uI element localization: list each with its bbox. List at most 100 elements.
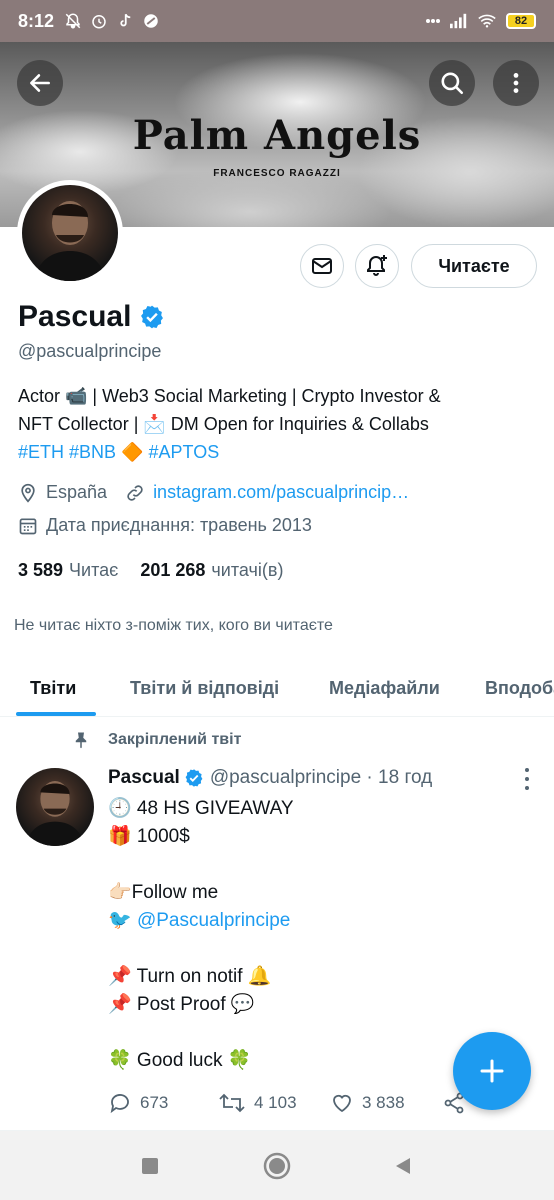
person-silhouette-icon xyxy=(25,781,85,846)
person-silhouette-icon xyxy=(34,201,106,281)
status-right-icons: 82 xyxy=(426,12,536,30)
signal-icon xyxy=(450,12,468,30)
square-icon xyxy=(142,1158,158,1174)
banner-brand-sub: FRANCESCO RAGAZZI xyxy=(213,168,341,179)
hashtag-link[interactable]: #ETH xyxy=(18,442,64,462)
arrow-left-icon xyxy=(30,74,50,92)
tweet-line: 👉🏻Follow me xyxy=(108,882,219,903)
tweet-author-name[interactable]: Pascual xyxy=(108,767,180,789)
tweet-line xyxy=(108,851,528,879)
verified-badge-icon xyxy=(141,305,164,329)
reply-count: 673 xyxy=(140,1093,169,1112)
tweet-header: Pascual @pascualprincipe · 18 год xyxy=(108,767,432,789)
tweet-author-avatar[interactable] xyxy=(16,768,94,846)
more-dot xyxy=(525,768,529,772)
tab-tweets-replies[interactable]: Твіти й відповіді xyxy=(130,660,279,716)
profile-tabs: Твіти Твіти й відповіді Медіафайли Вподо… xyxy=(0,660,554,717)
profile-location: España xyxy=(46,482,108,502)
tweet-text: 🕘 48 HS GIVEAWAY 🎁 1000$ 👉🏻Follow me 🐦 @… xyxy=(108,795,528,1075)
bio-line: Actor 📹 | Web3 Social Marketing | Crypto… xyxy=(18,386,441,406)
tweet-author-handle-time: @pascualprincipe · 18 год xyxy=(209,767,433,788)
following-button[interactable]: Читаєте xyxy=(411,244,537,288)
home-button[interactable] xyxy=(262,1151,292,1181)
wifi-icon xyxy=(478,12,496,30)
pinned-tweet-label: Закріплений твіт xyxy=(72,731,241,749)
back-nav-button[interactable] xyxy=(388,1151,418,1181)
profile-stats: 3 589 Читає 201 268 читачі(в) xyxy=(18,560,283,581)
compose-tweet-button[interactable] xyxy=(453,1032,531,1110)
status-time: 8:12 xyxy=(18,10,55,31)
message-button[interactable] xyxy=(300,244,344,288)
followers-label: читачі(в) xyxy=(211,560,284,580)
recents-button[interactable] xyxy=(135,1151,165,1181)
notifications-off-icon xyxy=(64,12,82,30)
circle-icon xyxy=(263,1152,291,1180)
link-icon xyxy=(127,484,143,501)
mail-icon xyxy=(312,258,332,274)
tweet-mention-link[interactable]: @Pascualprincipe xyxy=(137,910,290,931)
tweet-actions: 673 4 103 3 838 xyxy=(108,1088,478,1118)
search-icon xyxy=(441,72,464,95)
plus-icon xyxy=(480,1059,504,1083)
profile-bio: Actor 📹 | Web3 Social Marketing | Crypto… xyxy=(18,382,538,466)
following-label: Читає xyxy=(69,560,119,580)
more-options-button[interactable] xyxy=(493,60,539,106)
tweet-line: 🐦 @Pascualprincipe xyxy=(108,907,528,935)
profile-name: Pascual xyxy=(18,300,132,333)
bio-diamond: 🔶 xyxy=(121,442,144,462)
search-button[interactable] xyxy=(429,60,475,106)
pinned-label-text: Закріплений твіт xyxy=(108,731,242,748)
tab-likes[interactable]: Вподобання xyxy=(485,660,554,716)
tweet-line: 🕘 48 HS GIVEAWAY xyxy=(108,798,294,819)
status-bar: 8:12 82 xyxy=(0,0,554,42)
system-nav-bar xyxy=(0,1131,554,1200)
avatar-photo xyxy=(22,185,118,281)
more-dot xyxy=(525,786,529,790)
heart-icon xyxy=(333,1094,351,1113)
followers-stat[interactable]: 201 268 читачі(в) xyxy=(140,560,283,581)
triangle-back-icon xyxy=(396,1158,410,1174)
retweet-icon xyxy=(219,1093,245,1113)
following-stat[interactable]: 3 589 Читає xyxy=(18,560,118,581)
following-count: 3 589 xyxy=(18,560,64,580)
profile-website-link[interactable]: instagram.com/pascualprincip… xyxy=(153,482,409,503)
pin-icon xyxy=(75,732,87,749)
retweet-count: 4 103 xyxy=(254,1093,297,1112)
profile-avatar[interactable] xyxy=(17,180,123,286)
tweet-line-prefix: 🐦 xyxy=(108,910,137,931)
location-icon xyxy=(21,483,35,503)
hashtag-link[interactable]: #APTOS xyxy=(149,442,220,462)
active-tab-indicator xyxy=(16,712,96,716)
dots-icon xyxy=(426,12,440,30)
profile-meta-row: España instagram.com/pascualprincip… xyxy=(18,482,409,503)
tweet-line: 🎁 1000$ xyxy=(108,826,190,847)
like-count: 3 838 xyxy=(362,1093,405,1112)
more-dot xyxy=(525,777,529,781)
like-button[interactable]: 3 838 xyxy=(330,1088,405,1118)
profile-handle: @pascualprincipe xyxy=(18,341,162,361)
reply-icon xyxy=(110,1094,129,1114)
tweet-line xyxy=(108,935,528,963)
profile-name-row: Pascual xyxy=(18,300,165,334)
followers-count: 201 268 xyxy=(140,560,206,580)
tweet-line: 📌 Post Proof 💬 xyxy=(108,994,255,1015)
battery-indicator: 82 xyxy=(506,13,536,29)
banner-brand: Palm Angels xyxy=(132,112,422,159)
hashtag-link[interactable]: #BNB xyxy=(69,442,116,462)
back-button[interactable] xyxy=(17,60,63,106)
bio-line: NFT Collector | 📩 DM Open for Inquiries … xyxy=(18,414,429,434)
profile-joined-row: Дата приєднання: травень 2013 xyxy=(18,515,312,536)
notifications-button[interactable] xyxy=(355,244,399,288)
tab-media[interactable]: Медіафайли xyxy=(329,660,440,716)
calendar-icon xyxy=(19,518,37,534)
tab-tweets[interactable]: Твіти xyxy=(30,660,76,716)
alarm-icon xyxy=(90,12,108,30)
retweet-button[interactable]: 4 103 xyxy=(218,1088,297,1118)
reply-button[interactable]: 673 xyxy=(108,1088,168,1118)
profile-joined-date: Дата приєднання: травень 2013 xyxy=(46,515,312,535)
app-icon xyxy=(142,12,160,30)
bell-plus-icon xyxy=(367,255,387,276)
mutual-followers-text: Не читає ніхто з-поміж тих, кого ви чита… xyxy=(14,617,333,634)
more-vertical-icon xyxy=(513,73,519,93)
tweet-more-button[interactable] xyxy=(520,768,534,790)
